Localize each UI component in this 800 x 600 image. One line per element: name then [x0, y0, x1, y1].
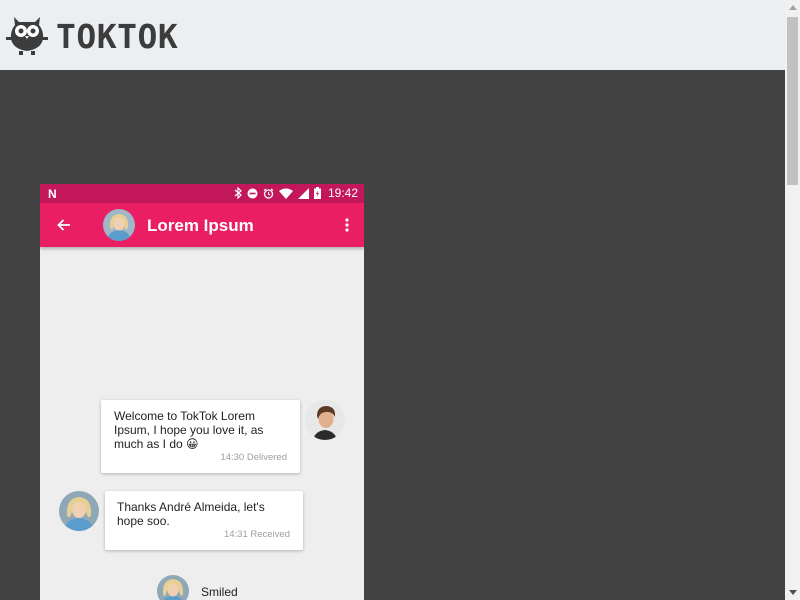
scroll-down-arrow-icon[interactable] — [785, 585, 800, 600]
scroll-thumb[interactable] — [787, 17, 798, 185]
sender-avatar[interactable] — [305, 400, 345, 440]
app-bar: Lorem Ipsum — [40, 203, 364, 247]
alarm-icon — [263, 188, 274, 199]
site-header: TOKTOK — [0, 0, 785, 70]
logo-text[interactable]: TOKTOK — [56, 17, 178, 56]
message-bubble[interactable]: Welcome to TokTok Lorem Ipsum, I hope yo… — [101, 400, 300, 473]
status-time: 19:42 — [327, 186, 358, 200]
message-text: Thanks André Almeida, let's hope soo. — [117, 500, 265, 528]
action-message: Smiled — [201, 585, 238, 599]
wifi-icon — [278, 188, 293, 199]
page-scrollbar[interactable] — [785, 0, 800, 600]
message-bubble[interactable]: Thanks André Almeida, let's hope soo. 14… — [105, 491, 303, 550]
message-meta: 14:31 Received — [224, 528, 290, 542]
message-meta: 14:30 Delivered — [220, 451, 287, 465]
contact-name[interactable]: Lorem Ipsum — [147, 216, 254, 236]
contact-avatar[interactable] — [103, 209, 135, 241]
do-not-disturb-icon — [247, 188, 258, 199]
carrier-icon: N — [48, 187, 57, 201]
arrow-back-icon[interactable] — [54, 215, 74, 235]
contact-avatar[interactable] — [157, 575, 189, 600]
status-icons: 19:42 — [234, 186, 358, 200]
owl-icon[interactable] — [6, 11, 48, 55]
status-bar: N 19:42 — [40, 184, 364, 203]
more-vert-icon[interactable] — [340, 215, 354, 235]
message-status: Delivered — [246, 452, 287, 463]
bluetooth-icon — [234, 187, 242, 199]
scroll-up-arrow-icon[interactable] — [785, 0, 800, 15]
message-status: Received — [250, 529, 290, 540]
battery-icon — [313, 187, 321, 199]
message-time: 14:30 — [220, 452, 245, 463]
message-text: Welcome to TokTok Lorem Ipsum, I hope yo… — [114, 409, 264, 451]
signal-icon — [297, 187, 309, 199]
phone-screen: N 19:42 Lorem Ipsum Welcome to TokTok Lo… — [40, 184, 364, 600]
message-time: 14:31 — [223, 529, 248, 540]
contact-avatar[interactable] — [59, 491, 99, 531]
